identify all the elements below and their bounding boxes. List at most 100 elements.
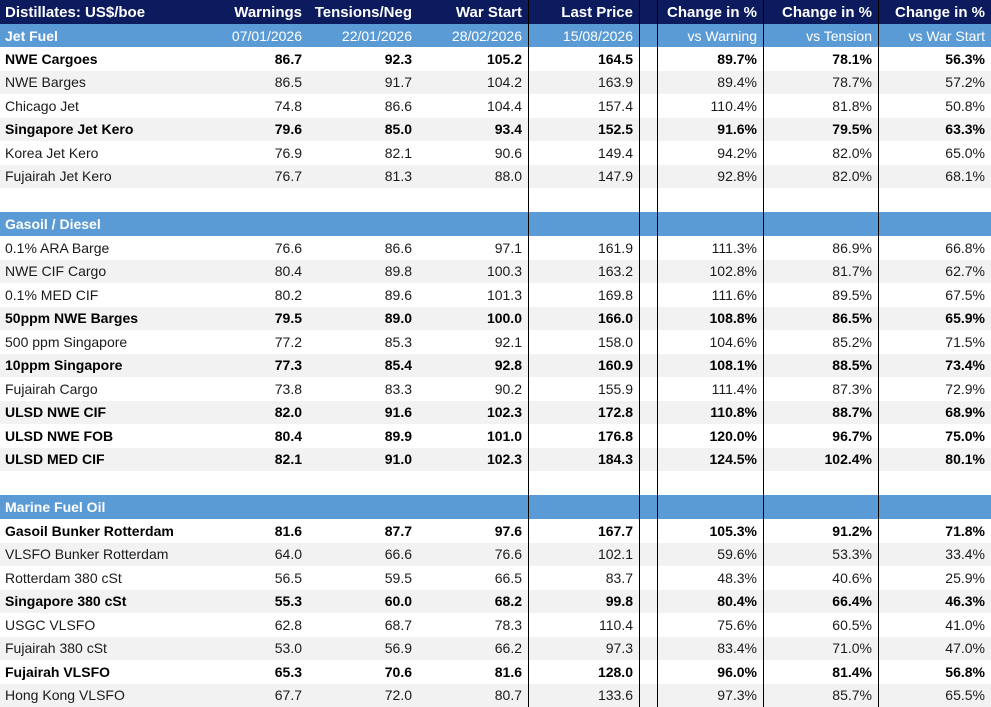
row-value: 169.8 bbox=[528, 283, 639, 307]
row-spacer bbox=[639, 637, 657, 661]
sub-vs-war-start: vs War Start bbox=[878, 24, 991, 47]
row-value: 59.5 bbox=[308, 566, 418, 590]
table-row: VLSFO Bunker Rotterdam64.066.676.6102.15… bbox=[0, 543, 991, 567]
table-row: ULSD MED CIF82.191.0102.3184.3124.5%102.… bbox=[0, 448, 991, 472]
blank-row bbox=[0, 471, 991, 495]
row-value: 83.7 bbox=[528, 566, 639, 590]
blank-col bbox=[878, 471, 991, 495]
row-value: 124.5% bbox=[657, 448, 763, 472]
row-label: NWE CIF Cargo bbox=[0, 260, 208, 284]
row-value: 81.6 bbox=[208, 519, 308, 543]
row-label: Fujairah Jet Kero bbox=[0, 165, 208, 189]
row-value: 53.3% bbox=[763, 543, 878, 567]
row-value: 80.1% bbox=[878, 448, 991, 472]
section-cell bbox=[528, 495, 639, 519]
row-value: 83.4% bbox=[657, 637, 763, 661]
row-value: 82.1 bbox=[208, 448, 308, 472]
row-value: 86.6 bbox=[308, 236, 418, 260]
row-value: 82.0 bbox=[208, 401, 308, 425]
row-value: 79.5 bbox=[208, 307, 308, 331]
row-value: 91.7 bbox=[308, 71, 418, 95]
row-label: Rotterdam 380 cSt bbox=[0, 566, 208, 590]
row-value: 25.9% bbox=[878, 566, 991, 590]
row-value: 85.3 bbox=[308, 330, 418, 354]
row-value: 80.4 bbox=[208, 424, 308, 448]
row-value: 88.7% bbox=[763, 401, 878, 425]
row-value: 120.0% bbox=[657, 424, 763, 448]
row-value: 40.6% bbox=[763, 566, 878, 590]
row-spacer bbox=[639, 260, 657, 284]
row-value: 89.8 bbox=[308, 260, 418, 284]
row-label: ULSD NWE FOB bbox=[0, 424, 208, 448]
col-header-war-start: War Start bbox=[418, 0, 528, 24]
blank-col bbox=[763, 471, 878, 495]
row-value: 67.5% bbox=[878, 283, 991, 307]
blank-col bbox=[308, 188, 418, 212]
row-value: 76.6 bbox=[208, 236, 308, 260]
row-value: 93.4 bbox=[418, 118, 528, 142]
subheader-spacer bbox=[639, 24, 657, 47]
section-header-row: Marine Fuel Oil bbox=[0, 495, 991, 519]
row-value: 89.7% bbox=[657, 47, 763, 71]
row-value: 86.7 bbox=[208, 47, 308, 71]
row-value: 66.8% bbox=[878, 236, 991, 260]
table-row: USGC VLSFO62.868.778.3110.475.6%60.5%41.… bbox=[0, 613, 991, 637]
row-value: 75.0% bbox=[878, 424, 991, 448]
row-label: 0.1% ARA Barge bbox=[0, 236, 208, 260]
row-spacer bbox=[639, 424, 657, 448]
table-row: NWE CIF Cargo80.489.8100.3163.2102.8%81.… bbox=[0, 260, 991, 284]
row-value: 74.8 bbox=[208, 94, 308, 118]
row-value: 101.0 bbox=[418, 424, 528, 448]
row-value: 90.2 bbox=[418, 377, 528, 401]
row-value: 56.3% bbox=[878, 47, 991, 71]
sub-vs-warning: vs Warning bbox=[657, 24, 763, 47]
row-label: Singapore Jet Kero bbox=[0, 118, 208, 142]
blank-label bbox=[0, 471, 208, 495]
row-value: 53.0 bbox=[208, 637, 308, 661]
row-label: Hong Kong VLSFO bbox=[0, 684, 208, 707]
row-label: ULSD MED CIF bbox=[0, 448, 208, 472]
col-header-spacer bbox=[639, 0, 657, 24]
row-value: 110.4% bbox=[657, 94, 763, 118]
row-value: 59.6% bbox=[657, 543, 763, 567]
row-value: 105.3% bbox=[657, 519, 763, 543]
row-label: VLSFO Bunker Rotterdam bbox=[0, 543, 208, 567]
row-value: 66.2 bbox=[418, 637, 528, 661]
blank-label bbox=[0, 188, 208, 212]
row-value: 66.4% bbox=[763, 590, 878, 614]
section-cell bbox=[208, 212, 308, 236]
row-value: 152.5 bbox=[528, 118, 639, 142]
row-spacer bbox=[639, 307, 657, 331]
row-value: 157.4 bbox=[528, 94, 639, 118]
row-value: 65.5% bbox=[878, 684, 991, 707]
table-title: Distillates: US$/boe bbox=[0, 0, 208, 24]
row-value: 91.2% bbox=[763, 519, 878, 543]
row-value: 76.6 bbox=[418, 543, 528, 567]
table-row: ULSD NWE FOB80.489.9101.0176.8120.0%96.7… bbox=[0, 424, 991, 448]
row-value: 108.8% bbox=[657, 307, 763, 331]
blank-row bbox=[0, 188, 991, 212]
row-value: 80.4 bbox=[208, 260, 308, 284]
row-value: 64.0 bbox=[208, 543, 308, 567]
row-value: 163.9 bbox=[528, 71, 639, 95]
row-value: 176.8 bbox=[528, 424, 639, 448]
section-cell bbox=[528, 212, 639, 236]
row-value: 155.9 bbox=[528, 377, 639, 401]
table-row: Hong Kong VLSFO67.772.080.7133.697.3%85.… bbox=[0, 684, 991, 707]
row-value: 89.5% bbox=[763, 283, 878, 307]
row-value: 102.8% bbox=[657, 260, 763, 284]
date-tensions: 22/01/2026 bbox=[308, 24, 418, 47]
row-value: 104.2 bbox=[418, 71, 528, 95]
sub-vs-tension: vs Tension bbox=[763, 24, 878, 47]
row-value: 89.6 bbox=[308, 283, 418, 307]
row-value: 147.9 bbox=[528, 165, 639, 189]
row-spacer bbox=[639, 543, 657, 567]
section-cell bbox=[308, 495, 418, 519]
row-value: 80.2 bbox=[208, 283, 308, 307]
row-value: 97.3% bbox=[657, 684, 763, 707]
table-row: 10ppm Singapore77.385.492.8160.9108.1%88… bbox=[0, 354, 991, 378]
row-value: 104.4 bbox=[418, 94, 528, 118]
row-value: 94.2% bbox=[657, 141, 763, 165]
row-value: 101.3 bbox=[418, 283, 528, 307]
row-value: 46.3% bbox=[878, 590, 991, 614]
